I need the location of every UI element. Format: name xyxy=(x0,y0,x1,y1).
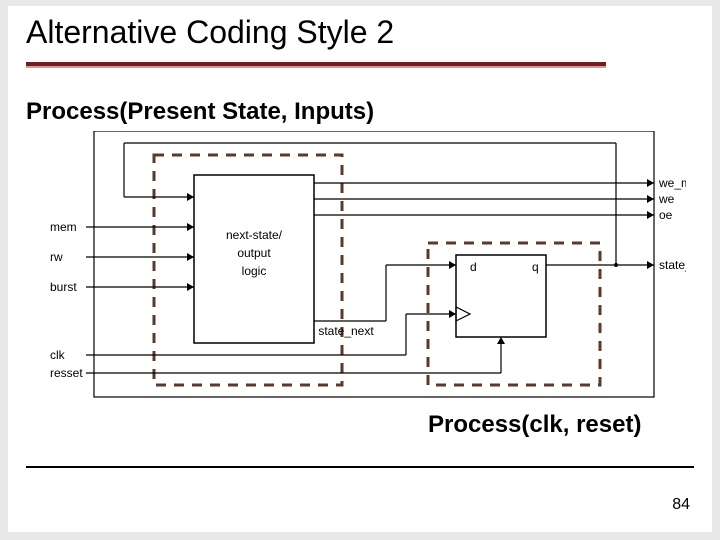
signal-state-next: state_next xyxy=(318,324,374,338)
label-process2: Process(clk, reset) xyxy=(428,411,641,439)
input-mem: mem xyxy=(50,220,77,234)
slide: Alternative Coding Style 2 Process(Prese… xyxy=(8,6,712,532)
output-state-reg: state_reg xyxy=(659,258,686,272)
output-oe: oe xyxy=(659,208,673,222)
title-rule-light xyxy=(26,66,606,68)
input-reset: resset xyxy=(50,366,83,380)
page-title: Alternative Coding Style 2 xyxy=(26,14,394,51)
output-we: we xyxy=(658,192,675,206)
input-rw: rw xyxy=(50,250,63,264)
page-number: 84 xyxy=(672,496,690,514)
input-clk: clk xyxy=(50,348,66,362)
input-burst: burst xyxy=(50,280,77,294)
block-combo-line2: output xyxy=(237,246,271,260)
block-combo-line1: next-state/ xyxy=(226,228,283,242)
reg-d: d xyxy=(470,260,477,274)
output-we-me: we_me xyxy=(658,176,686,190)
reg-q: q xyxy=(532,260,539,274)
label-process1: Process(Present State, Inputs) xyxy=(26,98,374,126)
block-diagram: next-state/ output logic d q mem rw burs… xyxy=(46,131,686,409)
block-combo-line3: logic xyxy=(242,264,267,278)
footer-rule xyxy=(26,466,694,468)
